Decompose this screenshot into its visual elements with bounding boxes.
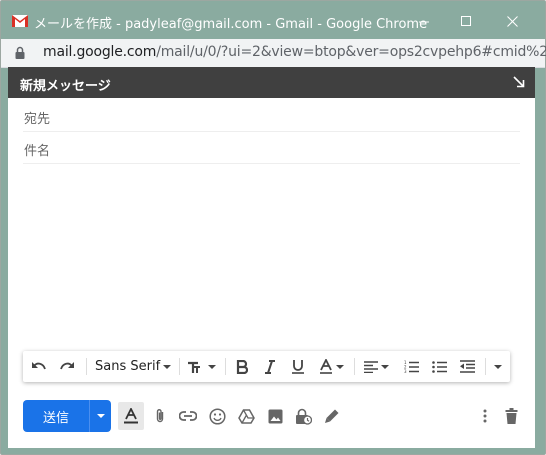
- more-options-icon: [483, 409, 487, 423]
- chevron-down-icon: [96, 414, 105, 418]
- indent-less-button[interactable]: [455, 351, 479, 382]
- font-size-button[interactable]: [183, 351, 219, 382]
- compose-title: 新規メッセージ: [20, 79, 111, 94]
- link-icon: [179, 411, 197, 421]
- formatting-toolbar: Sans Serif 123: [23, 351, 510, 382]
- window-titlebar[interactable]: メールを作成 - padyleaf@gmail.com - Gmail - Go…: [1, 1, 545, 39]
- chevron-down-icon: [335, 364, 344, 369]
- font-select[interactable]: Sans Serif: [91, 351, 175, 382]
- align-button[interactable]: [359, 351, 393, 382]
- chevron-down-icon: [207, 364, 216, 369]
- maximize-button[interactable]: [453, 9, 479, 33]
- bulleted-list-icon: [431, 360, 447, 373]
- chevron-down-icon: [380, 364, 389, 369]
- text-color-button[interactable]: [313, 351, 349, 382]
- gmail-logo-icon: [12, 15, 28, 27]
- insert-link-button[interactable]: [175, 402, 201, 430]
- to-field[interactable]: 宛先: [23, 100, 520, 132]
- underline-icon: [292, 360, 304, 374]
- insert-photo-button[interactable]: [262, 402, 288, 430]
- send-options-button[interactable]: [89, 400, 111, 432]
- italic-button[interactable]: [259, 351, 281, 382]
- url-text[interactable]: mail.google.com/mail/u/0/?ui=2&view=btop…: [43, 44, 546, 60]
- more-formatting-icon: [494, 364, 502, 369]
- redo-button[interactable]: [55, 351, 79, 382]
- bulleted-list-button[interactable]: [427, 351, 451, 382]
- subject-field[interactable]: 件名: [23, 132, 520, 164]
- close-button[interactable]: [499, 9, 525, 33]
- bold-icon: [236, 359, 248, 374]
- photo-icon: [268, 409, 282, 423]
- formatting-toggle-icon: [124, 408, 138, 424]
- popout-icon[interactable]: [513, 76, 525, 88]
- confidential-mode-button[interactable]: [290, 402, 316, 430]
- text-color-icon: [319, 359, 332, 374]
- lock-icon: [15, 46, 25, 59]
- subject-input[interactable]: [63, 136, 507, 160]
- close-icon: [506, 15, 518, 27]
- toolbar-separator: [354, 358, 355, 375]
- align-icon: [363, 360, 378, 373]
- toolbar-separator: [179, 358, 180, 375]
- address-bar[interactable]: mail.google.com/mail/u/0/?ui=2&view=btop…: [1, 39, 546, 68]
- italic-icon: [265, 359, 275, 374]
- bold-button[interactable]: [231, 351, 253, 382]
- toolbar-separator: [485, 358, 486, 375]
- undo-button[interactable]: [27, 351, 51, 382]
- to-input[interactable]: [63, 104, 507, 128]
- emoji-button[interactable]: [204, 402, 230, 430]
- url-path: /mail/u/0/?ui=2&view=btop&ver=ops2cvpehp…: [156, 44, 546, 60]
- maximize-icon: [460, 15, 471, 26]
- font-name: Sans Serif: [95, 359, 161, 374]
- discard-button[interactable]: [498, 402, 524, 430]
- chevron-down-icon: [163, 364, 171, 369]
- url-host: mail.google.com: [43, 44, 157, 60]
- compose-window: 宛先 件名 Sans Serif 1 2 3 送信: [8, 98, 535, 448]
- undo-icon: [32, 361, 46, 369]
- confidential-mode-icon: [295, 408, 312, 425]
- redo-icon: [60, 361, 74, 369]
- formatting-toggle-button[interactable]: [118, 402, 144, 430]
- numbered-list-button[interactable]: 123: [399, 351, 423, 382]
- to-label: 宛先: [24, 112, 51, 127]
- attach-icon: [156, 409, 164, 423]
- more-formatting-button[interactable]: [489, 351, 507, 382]
- send-button[interactable]: 送信: [23, 400, 89, 432]
- emoji-icon: [208, 407, 226, 425]
- numbered-list-icon: 123: [404, 360, 419, 374]
- compose-header[interactable]: 新規メッセージ: [8, 67, 535, 98]
- toolbar-separator: [86, 358, 87, 375]
- more-options-button[interactable]: [472, 402, 498, 430]
- signature-icon: [325, 409, 339, 423]
- insert-signature-button[interactable]: [319, 402, 345, 430]
- minimize-button[interactable]: [411, 9, 437, 33]
- minimize-icon: [418, 21, 429, 22]
- window-title: メールを作成 - padyleaf@gmail.com - Gmail - Go…: [34, 17, 428, 32]
- subject-label: 件名: [24, 144, 51, 159]
- font-size-icon: [187, 361, 200, 373]
- message-body[interactable]: [23, 166, 520, 346]
- drive-icon: [237, 408, 255, 424]
- insert-drive-button[interactable]: [233, 402, 259, 430]
- svg-text:3: 3: [404, 369, 407, 374]
- indent-less-icon: [459, 360, 475, 373]
- toolbar-separator: [225, 358, 226, 375]
- discard-icon: [505, 408, 517, 424]
- underline-button[interactable]: [287, 351, 309, 382]
- attach-button[interactable]: [147, 402, 173, 430]
